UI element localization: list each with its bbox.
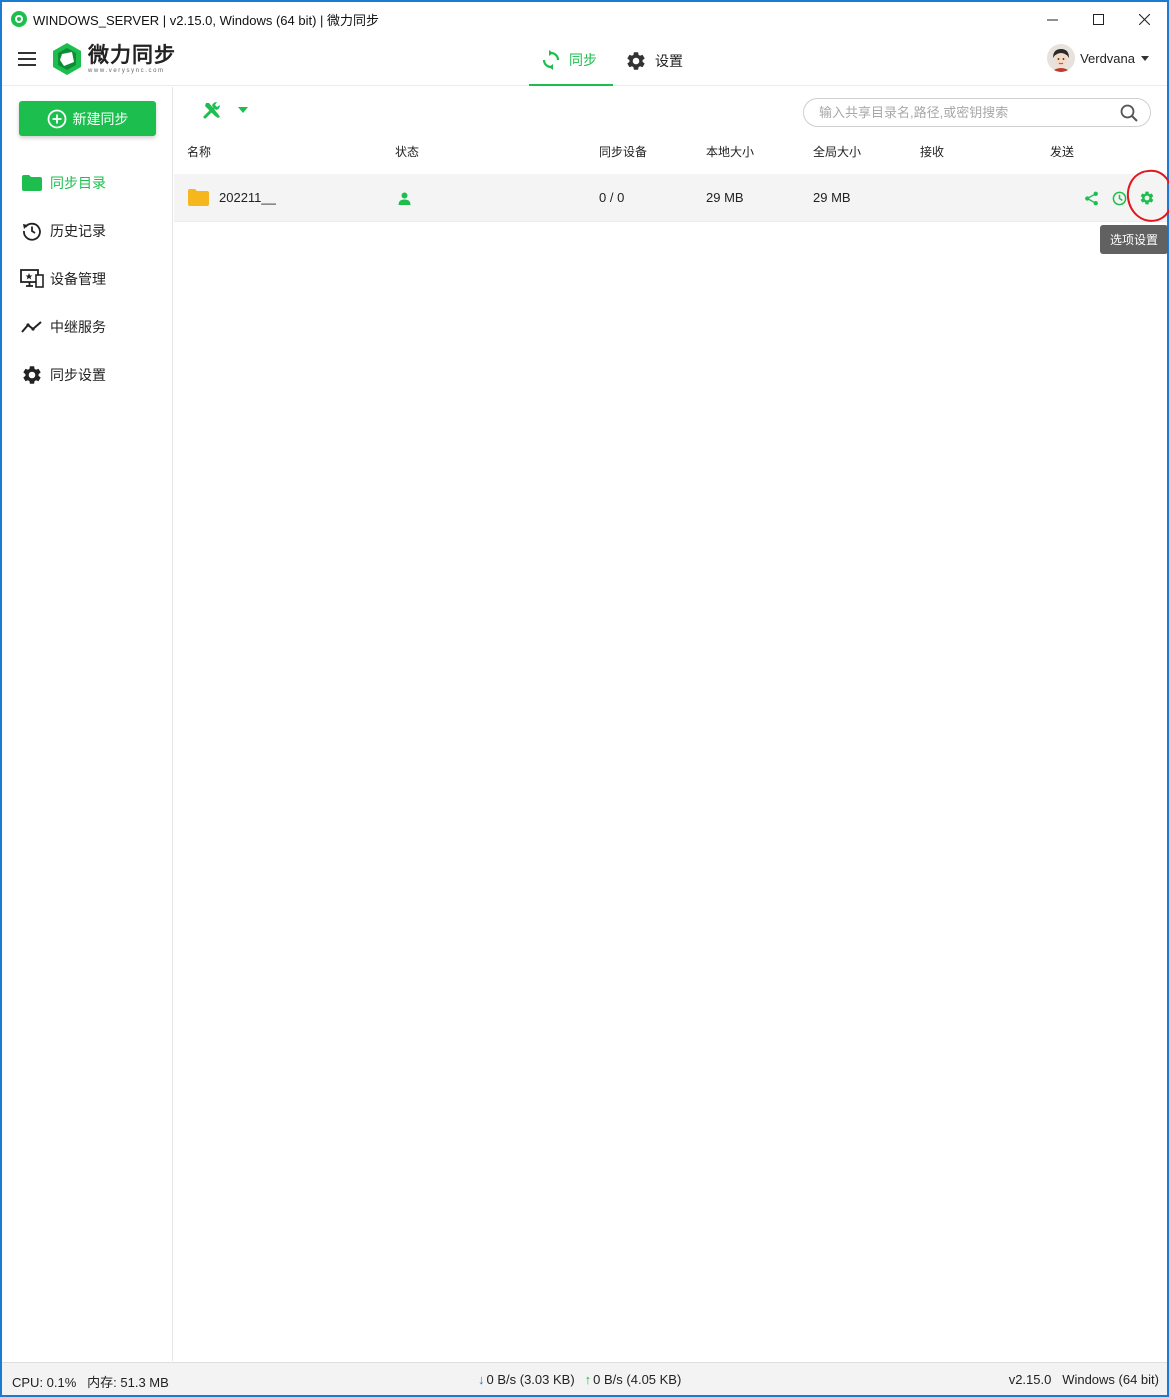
sidebar-item-label: 设备管理: [50, 271, 106, 287]
column-header-status[interactable]: 状态: [395, 143, 419, 160]
window-title: WINDOWS_SERVER | v2.15.0, Windows (64 bi…: [33, 12, 380, 28]
folder-icon: [22, 175, 42, 191]
status-bar: CPU: 0.1% 内存: 51.3 MB ↓ 0 B/s (3.03 KB) …: [2, 1362, 1167, 1395]
chevron-down-icon: [238, 107, 248, 113]
gear-icon: [23, 366, 41, 384]
app-header: 微力同步 www.verysync.com 同步 设置 Verdvana: [2, 36, 1167, 86]
folder-name: 202211__: [219, 190, 276, 205]
user-menu[interactable]: Verdvana: [1047, 44, 1149, 72]
history-icon: [23, 222, 41, 241]
title-bar: WINDOWS_SERVER | v2.15.0, Windows (64 bi…: [2, 2, 1167, 36]
tab-settings-label: 设置: [655, 53, 683, 69]
sidebar-item-relay[interactable]: 中继服务: [2, 303, 173, 351]
options-tooltip: 选项设置: [1100, 225, 1168, 254]
tools-icon: [203, 102, 220, 119]
sidebar-item-sync-folders[interactable]: 同步目录: [2, 159, 173, 207]
cpu-usage: CPU: 0.1%: [12, 1375, 77, 1390]
close-icon: [1138, 13, 1150, 25]
upload-arrow-icon: ↑: [584, 1372, 592, 1387]
new-sync-label: 新建同步: [72, 110, 129, 127]
app-icon: [11, 11, 27, 27]
tab-sync[interactable]: 同步: [529, 36, 613, 86]
window-controls: [1029, 2, 1167, 36]
clock-icon: [1112, 191, 1126, 205]
sidebar-item-label: 历史记录: [50, 223, 106, 239]
chevron-down-icon: [1141, 55, 1149, 61]
tools-dropdown[interactable]: [202, 100, 248, 120]
column-header-global-size[interactable]: 全局大小: [813, 143, 861, 160]
maximize-button[interactable]: [1075, 2, 1121, 36]
table-header: 名称 状态 同步设备 本地大小 全局大小 接收 发送: [174, 139, 1167, 173]
relay-icon: [21, 321, 42, 333]
column-header-receive[interactable]: 接收: [920, 143, 944, 160]
plus-circle-icon: [47, 109, 66, 128]
minimize-button[interactable]: [1029, 2, 1075, 36]
main-content: 名称 状态 同步设备 本地大小 全局大小 接收 发送 202211__ 0 / …: [174, 87, 1167, 1361]
search-icon[interactable]: [1120, 104, 1138, 122]
column-header-send[interactable]: 发送: [1050, 143, 1074, 160]
new-sync-button[interactable]: 新建同步: [19, 101, 156, 136]
gear-icon: [627, 52, 645, 70]
sidebar: 新建同步 同步目录 历史记录 设备管理 中继服务 同步设置: [2, 87, 173, 1361]
tab-settings[interactable]: 设置: [613, 36, 695, 86]
tab-sync-label: 同步: [569, 52, 597, 68]
upload-rate: 0 B/s (4.05 KB): [593, 1372, 682, 1387]
top-nav: 同步 设置: [529, 36, 695, 86]
column-header-devices[interactable]: 同步设备: [599, 143, 647, 160]
logo: 微力同步 www.verysync.com: [50, 42, 176, 76]
device-icon: [20, 269, 44, 288]
hamburger-menu-icon[interactable]: [18, 52, 36, 66]
version-label: v2.15.0: [1008, 1372, 1052, 1387]
column-header-local-size[interactable]: 本地大小: [706, 143, 754, 160]
sync-devices-count: 0 / 0: [599, 190, 625, 205]
sidebar-item-history[interactable]: 历史记录: [2, 207, 173, 255]
close-button[interactable]: [1121, 2, 1167, 36]
logo-mark-icon: [53, 43, 81, 75]
user-name: Verdvana: [1080, 50, 1135, 66]
person-icon: [398, 192, 411, 205]
sidebar-item-label: 同步设置: [50, 367, 106, 383]
sidebar-item-sync-settings[interactable]: 同步设置: [2, 351, 173, 399]
logo-url: www.verysync.com: [88, 67, 165, 74]
share-button[interactable]: [1079, 187, 1103, 209]
memory-usage: 内存: 51.3 MB: [87, 1375, 169, 1390]
sidebar-item-label: 中继服务: [50, 319, 106, 335]
search-box[interactable]: [803, 98, 1151, 127]
sidebar-nav: 同步目录 历史记录 设备管理 中继服务 同步设置: [2, 159, 173, 399]
platform-label: Windows (64 bit): [1062, 1372, 1159, 1387]
app-window: WINDOWS_SERVER | v2.15.0, Windows (64 bi…: [0, 0, 1169, 1397]
column-header-name[interactable]: 名称: [187, 143, 211, 160]
local-size: 29 MB: [706, 190, 744, 205]
sync-icon: [542, 50, 560, 70]
search-input[interactable]: [819, 105, 1109, 120]
download-arrow-icon: ↓: [478, 1372, 485, 1387]
sidebar-item-devices[interactable]: 设备管理: [2, 255, 173, 303]
avatar: [1047, 44, 1076, 72]
folder-icon: [188, 189, 209, 206]
sidebar-item-label: 同步目录: [50, 175, 106, 191]
share-icon: [1084, 191, 1098, 205]
table-row[interactable]: 202211__ 0 / 0 29 MB 29 MB: [174, 174, 1167, 222]
minimize-icon: [1046, 19, 1058, 20]
maximize-icon: [1092, 13, 1104, 25]
download-rate: 0 B/s (3.03 KB): [486, 1372, 575, 1387]
logo-text: 微力同步: [88, 43, 176, 67]
global-size: 29 MB: [813, 190, 851, 205]
